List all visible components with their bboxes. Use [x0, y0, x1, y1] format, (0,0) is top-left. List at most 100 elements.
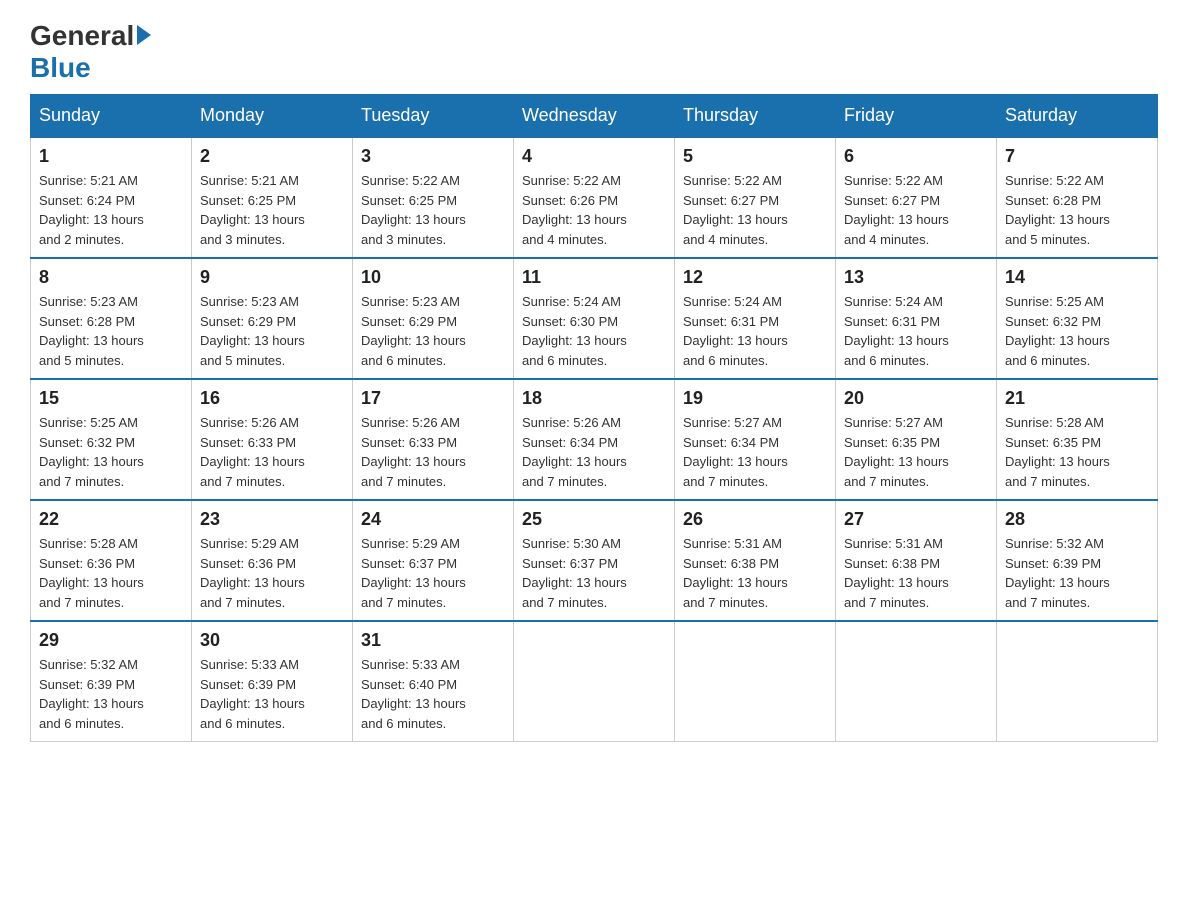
calendar-cell: 13Sunrise: 5:24 AMSunset: 6:31 PMDayligh…	[836, 258, 997, 379]
day-info: Sunrise: 5:28 AMSunset: 6:35 PMDaylight:…	[1005, 413, 1149, 491]
day-number: 23	[200, 509, 344, 530]
day-number: 31	[361, 630, 505, 651]
logo-arrow-icon	[137, 25, 151, 45]
day-number: 5	[683, 146, 827, 167]
day-number: 30	[200, 630, 344, 651]
day-info: Sunrise: 5:27 AMSunset: 6:34 PMDaylight:…	[683, 413, 827, 491]
day-info: Sunrise: 5:28 AMSunset: 6:36 PMDaylight:…	[39, 534, 183, 612]
day-info: Sunrise: 5:24 AMSunset: 6:31 PMDaylight:…	[844, 292, 988, 370]
calendar-cell: 30 Sunrise: 5:33 AMSunset: 6:39 PMDayligh…	[192, 621, 353, 742]
col-header-monday: Monday	[192, 95, 353, 138]
calendar-cell: 18 Sunrise: 5:26 AMSunset: 6:34 PMDayligh…	[514, 379, 675, 500]
day-info: Sunrise: 5:21 AMSunset: 6:25 PMDaylight:…	[200, 171, 344, 249]
calendar-cell: 7Sunrise: 5:22 AMSunset: 6:28 PMDaylight…	[997, 137, 1158, 258]
calendar-week-1: 1Sunrise: 5:21 AMSunset: 6:24 PMDaylight…	[31, 137, 1158, 258]
calendar-cell: 11 Sunrise: 5:24 AMSunset: 6:30 PMDayligh…	[514, 258, 675, 379]
calendar-cell: 25 Sunrise: 5:30 AMSunset: 6:37 PMDayligh…	[514, 500, 675, 621]
day-info: Sunrise: 5:22 AMSunset: 6:26 PMDaylight:…	[522, 171, 666, 249]
calendar-cell: 17 Sunrise: 5:26 AMSunset: 6:33 PMDayligh…	[353, 379, 514, 500]
calendar-cell: 22 Sunrise: 5:28 AMSunset: 6:36 PMDayligh…	[31, 500, 192, 621]
calendar-table: SundayMondayTuesdayWednesdayThursdayFrid…	[30, 94, 1158, 742]
calendar-cell: 6 Sunrise: 5:22 AMSunset: 6:27 PMDaylight…	[836, 137, 997, 258]
day-info: Sunrise: 5:33 AMSunset: 6:39 PMDaylight:…	[200, 655, 344, 733]
day-number: 8	[39, 267, 183, 288]
day-number: 29	[39, 630, 183, 651]
day-number: 25	[522, 509, 666, 530]
calendar-cell: 9Sunrise: 5:23 AMSunset: 6:29 PMDaylight…	[192, 258, 353, 379]
day-info: Sunrise: 5:21 AMSunset: 6:24 PMDaylight:…	[39, 171, 183, 249]
day-info: Sunrise: 5:24 AMSunset: 6:30 PMDaylight:…	[522, 292, 666, 370]
calendar-cell: 26 Sunrise: 5:31 AMSunset: 6:38 PMDayligh…	[675, 500, 836, 621]
day-info: Sunrise: 5:25 AMSunset: 6:32 PMDaylight:…	[39, 413, 183, 491]
calendar-cell: 16Sunrise: 5:26 AMSunset: 6:33 PMDayligh…	[192, 379, 353, 500]
calendar-cell: 15 Sunrise: 5:25 AMSunset: 6:32 PMDayligh…	[31, 379, 192, 500]
calendar-cell	[997, 621, 1158, 742]
day-info: Sunrise: 5:23 AMSunset: 6:29 PMDaylight:…	[200, 292, 344, 370]
day-info: Sunrise: 5:26 AMSunset: 6:34 PMDaylight:…	[522, 413, 666, 491]
day-number: 18	[522, 388, 666, 409]
day-info: Sunrise: 5:25 AMSunset: 6:32 PMDaylight:…	[1005, 292, 1149, 370]
day-info: Sunrise: 5:32 AMSunset: 6:39 PMDaylight:…	[39, 655, 183, 733]
day-info: Sunrise: 5:26 AMSunset: 6:33 PMDaylight:…	[200, 413, 344, 491]
day-number: 2	[200, 146, 344, 167]
day-number: 27	[844, 509, 988, 530]
day-number: 14	[1005, 267, 1149, 288]
day-info: Sunrise: 5:23 AMSunset: 6:29 PMDaylight:…	[361, 292, 505, 370]
day-number: 6	[844, 146, 988, 167]
day-number: 12	[683, 267, 827, 288]
logo-general-text: General	[30, 20, 134, 52]
calendar-header-row: SundayMondayTuesdayWednesdayThursdayFrid…	[31, 95, 1158, 138]
calendar-cell: 28Sunrise: 5:32 AMSunset: 6:39 PMDayligh…	[997, 500, 1158, 621]
day-number: 20	[844, 388, 988, 409]
day-info: Sunrise: 5:22 AMSunset: 6:27 PMDaylight:…	[683, 171, 827, 249]
day-number: 11	[522, 267, 666, 288]
day-info: Sunrise: 5:29 AMSunset: 6:37 PMDaylight:…	[361, 534, 505, 612]
day-number: 24	[361, 509, 505, 530]
calendar-cell	[836, 621, 997, 742]
day-info: Sunrise: 5:30 AMSunset: 6:37 PMDaylight:…	[522, 534, 666, 612]
col-header-sunday: Sunday	[31, 95, 192, 138]
calendar-week-5: 29 Sunrise: 5:32 AMSunset: 6:39 PMDayligh…	[31, 621, 1158, 742]
day-info: Sunrise: 5:31 AMSunset: 6:38 PMDaylight:…	[683, 534, 827, 612]
col-header-thursday: Thursday	[675, 95, 836, 138]
col-header-wednesday: Wednesday	[514, 95, 675, 138]
day-number: 4	[522, 146, 666, 167]
page-header: General Blue	[30, 20, 1158, 84]
day-number: 7	[1005, 146, 1149, 167]
calendar-cell: 24 Sunrise: 5:29 AMSunset: 6:37 PMDayligh…	[353, 500, 514, 621]
logo-blue-text: Blue	[30, 52, 91, 83]
day-number: 21	[1005, 388, 1149, 409]
calendar-cell: 12Sunrise: 5:24 AMSunset: 6:31 PMDayligh…	[675, 258, 836, 379]
logo: General Blue	[30, 20, 154, 84]
calendar-cell: 2 Sunrise: 5:21 AMSunset: 6:25 PMDaylight…	[192, 137, 353, 258]
calendar-cell: 8 Sunrise: 5:23 AMSunset: 6:28 PMDaylight…	[31, 258, 192, 379]
calendar-cell: 4 Sunrise: 5:22 AMSunset: 6:26 PMDaylight…	[514, 137, 675, 258]
day-info: Sunrise: 5:23 AMSunset: 6:28 PMDaylight:…	[39, 292, 183, 370]
calendar-cell: 29 Sunrise: 5:32 AMSunset: 6:39 PMDayligh…	[31, 621, 192, 742]
calendar-cell: 14 Sunrise: 5:25 AMSunset: 6:32 PMDayligh…	[997, 258, 1158, 379]
day-number: 15	[39, 388, 183, 409]
col-header-tuesday: Tuesday	[353, 95, 514, 138]
calendar-cell: 19 Sunrise: 5:27 AMSunset: 6:34 PMDayligh…	[675, 379, 836, 500]
day-info: Sunrise: 5:33 AMSunset: 6:40 PMDaylight:…	[361, 655, 505, 733]
calendar-week-2: 8 Sunrise: 5:23 AMSunset: 6:28 PMDaylight…	[31, 258, 1158, 379]
calendar-cell: 31 Sunrise: 5:33 AMSunset: 6:40 PMDayligh…	[353, 621, 514, 742]
day-info: Sunrise: 5:31 AMSunset: 6:38 PMDaylight:…	[844, 534, 988, 612]
day-number: 19	[683, 388, 827, 409]
calendar-cell	[514, 621, 675, 742]
day-info: Sunrise: 5:27 AMSunset: 6:35 PMDaylight:…	[844, 413, 988, 491]
calendar-cell: 10 Sunrise: 5:23 AMSunset: 6:29 PMDayligh…	[353, 258, 514, 379]
day-info: Sunrise: 5:29 AMSunset: 6:36 PMDaylight:…	[200, 534, 344, 612]
calendar-week-3: 15 Sunrise: 5:25 AMSunset: 6:32 PMDayligh…	[31, 379, 1158, 500]
calendar-cell: 20 Sunrise: 5:27 AMSunset: 6:35 PMDayligh…	[836, 379, 997, 500]
calendar-cell: 21 Sunrise: 5:28 AMSunset: 6:35 PMDayligh…	[997, 379, 1158, 500]
calendar-cell: 5 Sunrise: 5:22 AMSunset: 6:27 PMDaylight…	[675, 137, 836, 258]
day-number: 22	[39, 509, 183, 530]
day-info: Sunrise: 5:22 AMSunset: 6:25 PMDaylight:…	[361, 171, 505, 249]
day-number: 10	[361, 267, 505, 288]
day-info: Sunrise: 5:26 AMSunset: 6:33 PMDaylight:…	[361, 413, 505, 491]
day-number: 26	[683, 509, 827, 530]
day-number: 17	[361, 388, 505, 409]
calendar-cell: 3Sunrise: 5:22 AMSunset: 6:25 PMDaylight…	[353, 137, 514, 258]
day-info: Sunrise: 5:22 AMSunset: 6:27 PMDaylight:…	[844, 171, 988, 249]
